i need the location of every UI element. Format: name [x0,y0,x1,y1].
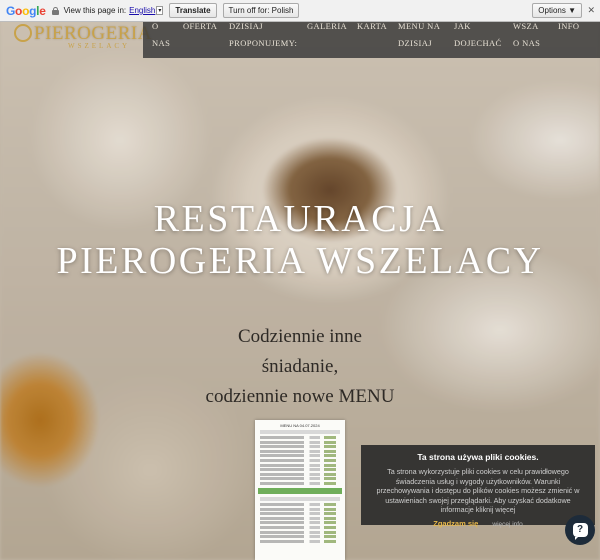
nav-label: NAS [152,38,171,48]
nav-item-o-nas[interactable]: O NAS [152,18,170,52]
chat-glyph: ? [576,524,584,535]
main-nav: O NAS OFERTA DZISIAJ PROPONUJEMY: GALERI… [143,21,600,58]
translate-button[interactable]: Translate [169,3,217,18]
headline-line-1: RESTAURACJA [153,198,447,240]
menu-row [260,449,340,453]
language-select[interactable]: English [129,6,155,15]
menu-row [260,445,340,449]
cookie-actions: Zgadzam się więcej info [361,519,595,528]
menu-row [260,502,340,506]
nav-item-dzisiaj-proponujemy[interactable]: DZISIAJ PROPONUJEMY: [229,18,297,52]
menu-row [260,539,340,543]
menu-table-header [260,496,340,501]
nav-label: O NAS [513,38,541,48]
subtext-line-3: codziennie nowe MENU [205,386,395,407]
logo-emblem-icon [14,24,32,42]
cookie-more-link[interactable]: więcej info [492,521,522,528]
headline-line-2: PIEROGERIA WSZELACY [56,240,544,282]
subtext-line-1: Codziennie inne [238,326,362,347]
menu-row [260,440,340,444]
menu-row [260,472,340,476]
chat-bubble-icon: ? [572,523,588,540]
menu-row [260,463,340,467]
nav-item-menu-na-dzisiaj[interactable]: MENU NA DZISIAJ [398,18,440,52]
menu-row [260,481,340,485]
google-logo: Google [6,3,46,18]
menu-row [260,477,340,481]
menu-row [260,535,340,539]
chat-button[interactable]: ? [565,515,595,545]
chevron-down-icon[interactable]: ▾ [156,6,164,15]
translate-view-text: View this page in: [63,6,127,15]
translate-bar: Google View this page in: English ▾ Tran… [0,0,600,22]
nav-item-wsza-o-nas[interactable]: WSZA O NAS [513,18,540,52]
menu-row [260,530,340,534]
cookie-notice: Ta strona używa pliki cookies. Ta strona… [361,445,595,528]
site-logo[interactable]: PIEROGERIA WSZELACY [14,22,151,50]
cookie-body: Ta strona wykorzystuje pliki cookies w c… [376,467,580,514]
menu-green-band [258,487,342,494]
menu-row [260,436,340,439]
menu-row [260,521,340,525]
menu-row [260,454,340,458]
nav-item-jak-dojechac[interactable]: JAK DOJECHAĆ [454,18,502,52]
menu-row [260,507,340,511]
nav-label: DOJECHAĆ [454,38,502,48]
menu-table-header [260,430,340,434]
options-button[interactable]: Options ▼ [532,3,582,18]
logo-subtitle: WSZELACY [68,42,131,50]
hero-subtext: Codziennie inne śniadanie, codziennie no… [200,322,400,412]
menu-row [260,468,340,472]
subtext-line-2: śniadanie, [261,356,339,377]
nav-label: PROPONUJEMY: [229,38,298,48]
menu-row [260,512,340,516]
cookie-title: Ta strona używa pliki cookies. [417,452,539,462]
menu-image-title: MENU NA 04.07.2024 [280,423,320,428]
lock-icon [51,6,59,15]
hero-headline: RESTAURACJA PIEROGERIA WSZELACY [0,198,600,282]
menu-row [260,516,340,520]
nav-label: DZISIAJ [398,38,432,48]
turn-off-button[interactable]: Turn off for: Polish [222,3,300,18]
cookie-accept-button[interactable]: Zgadzam się [433,519,478,528]
close-icon[interactable]: ✕ [587,5,595,16]
daily-menu-image[interactable]: MENU NA 04.07.2024 [255,420,345,560]
menu-row [260,458,340,462]
menu-row [260,525,340,529]
